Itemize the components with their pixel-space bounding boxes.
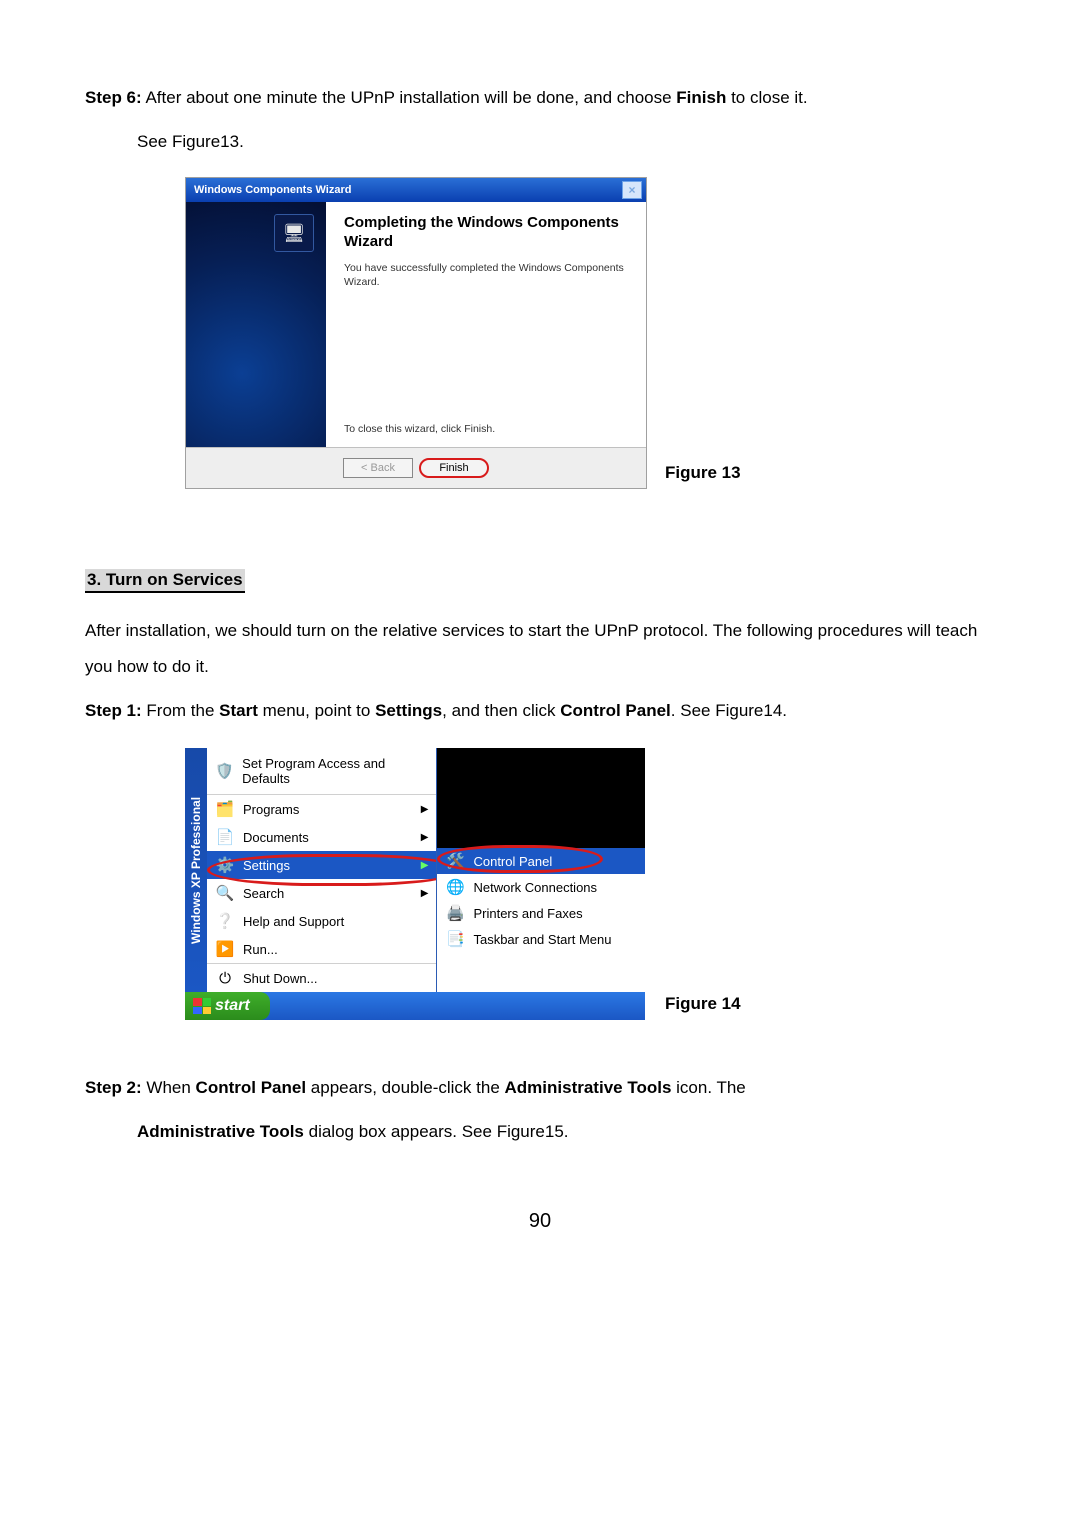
submenu-arrow-icon: ▶ [421, 832, 429, 843]
start-label: start [215, 997, 250, 1015]
back-button[interactable]: < Back [343, 458, 413, 478]
help-icon: ❔ [215, 911, 235, 931]
xp-stripe: Windows XP Professional [185, 748, 207, 992]
wizard-button-bar: < Back Finish [186, 447, 646, 488]
submenu-item-control-panel[interactable]: 🛠️ Control Panel [437, 848, 645, 874]
programs-icon: 🗂️ [215, 799, 235, 819]
menu-label: Settings [243, 858, 290, 873]
menu-item-help[interactable]: ❔ Help and Support [207, 907, 436, 935]
section-heading: 3. Turn on Services [85, 569, 245, 593]
close-icon[interactable]: × [622, 181, 642, 199]
menu-label: Shut Down... [243, 971, 317, 986]
menu-item-set-program-access[interactable]: 🛡️ Set Program Access and Defaults [207, 748, 436, 794]
settings-submenu: 🛠️ Control Panel 🌐 Network Connections 🖨… [436, 748, 645, 992]
menu-item-programs[interactable]: 🗂️ Programs ▶ [207, 794, 436, 823]
submenu-label: Control Panel [473, 854, 552, 869]
network-icon: 🌐 [445, 877, 465, 897]
windows-flag-icon [193, 998, 211, 1014]
search-icon: 🔍 [215, 883, 235, 903]
menu-item-documents[interactable]: 📄 Documents ▶ [207, 823, 436, 851]
submenu-item-network[interactable]: 🌐 Network Connections [437, 874, 645, 900]
wizard-titlebar: Windows Components Wizard × [186, 178, 646, 202]
run-icon: ▶️ [215, 939, 235, 959]
menu-item-shutdown[interactable]: ⏻ Shut Down... [207, 963, 436, 992]
after-install-text: After installation, we should turn on th… [85, 613, 995, 684]
menu-item-run[interactable]: ▶️ Run... [207, 935, 436, 963]
printer-icon: 🖨️ [445, 903, 465, 923]
step2-line1: Step 2: When Control Panel appears, doub… [85, 1070, 995, 1106]
step6-see: See Figure13. [137, 124, 995, 160]
menu-item-settings[interactable]: ⚙️ Settings ▶ [207, 851, 436, 879]
wizard-window: Windows Components Wizard × 🖥 Completing… [185, 177, 647, 489]
menu-label: Run... [243, 942, 278, 957]
wizard-close-hint: To close this wizard, click Finish. [344, 423, 628, 435]
control-panel-icon: 🛠️ [445, 851, 465, 871]
submenu-label: Network Connections [473, 880, 597, 895]
taskbar-icon: 📑 [445, 929, 465, 949]
installer-icon: 🖥 [274, 214, 314, 252]
menu-label: Programs [243, 802, 299, 817]
start-button[interactable]: start [185, 992, 270, 1020]
step6-line: Step 6: After about one minute the UPnP … [85, 80, 995, 116]
menu-label: Documents [243, 830, 309, 845]
wizard-subtext: You have successfully completed the Wind… [344, 262, 628, 289]
step2-line2: Administrative Tools dialog box appears.… [137, 1114, 995, 1150]
start-menu-left: 🛡️ Set Program Access and Defaults 🗂️ Pr… [207, 748, 436, 992]
menu-label: Set Program Access and Defaults [242, 756, 428, 786]
settings-icon: ⚙️ [215, 855, 235, 875]
shield-icon: 🛡️ [215, 761, 234, 781]
submenu-item-printers[interactable]: 🖨️ Printers and Faxes [437, 900, 645, 926]
figure13-label: Figure 13 [665, 463, 741, 483]
page-number: 90 [85, 1210, 995, 1233]
menu-item-search[interactable]: 🔍 Search ▶ [207, 879, 436, 907]
menu-label: Search [243, 886, 284, 901]
submenu-label: Taskbar and Start Menu [473, 932, 611, 947]
power-icon: ⏻ [215, 968, 235, 988]
submenu-arrow-icon: ▶ [421, 804, 429, 815]
finish-button[interactable]: Finish [419, 458, 489, 478]
wizard-title-text: Windows Components Wizard [194, 184, 351, 196]
documents-icon: 📄 [215, 827, 235, 847]
step1-line: Step 1: From the Start menu, point to Se… [85, 693, 995, 729]
submenu-label: Printers and Faxes [473, 906, 582, 921]
start-menu-screenshot: Windows XP Professional 🛡️ Set Program A… [185, 748, 645, 1020]
wizard-heading: Completing the Windows Components Wizard [344, 214, 628, 252]
menu-label: Help and Support [243, 914, 344, 929]
submenu-arrow-icon: ▶ [421, 860, 429, 871]
figure14-label: Figure 14 [665, 994, 741, 1014]
submenu-item-taskbar[interactable]: 📑 Taskbar and Start Menu [437, 926, 645, 952]
submenu-arrow-icon: ▶ [421, 888, 429, 899]
wizard-side-graphic: 🖥 [186, 202, 326, 447]
taskbar: start [185, 992, 645, 1020]
